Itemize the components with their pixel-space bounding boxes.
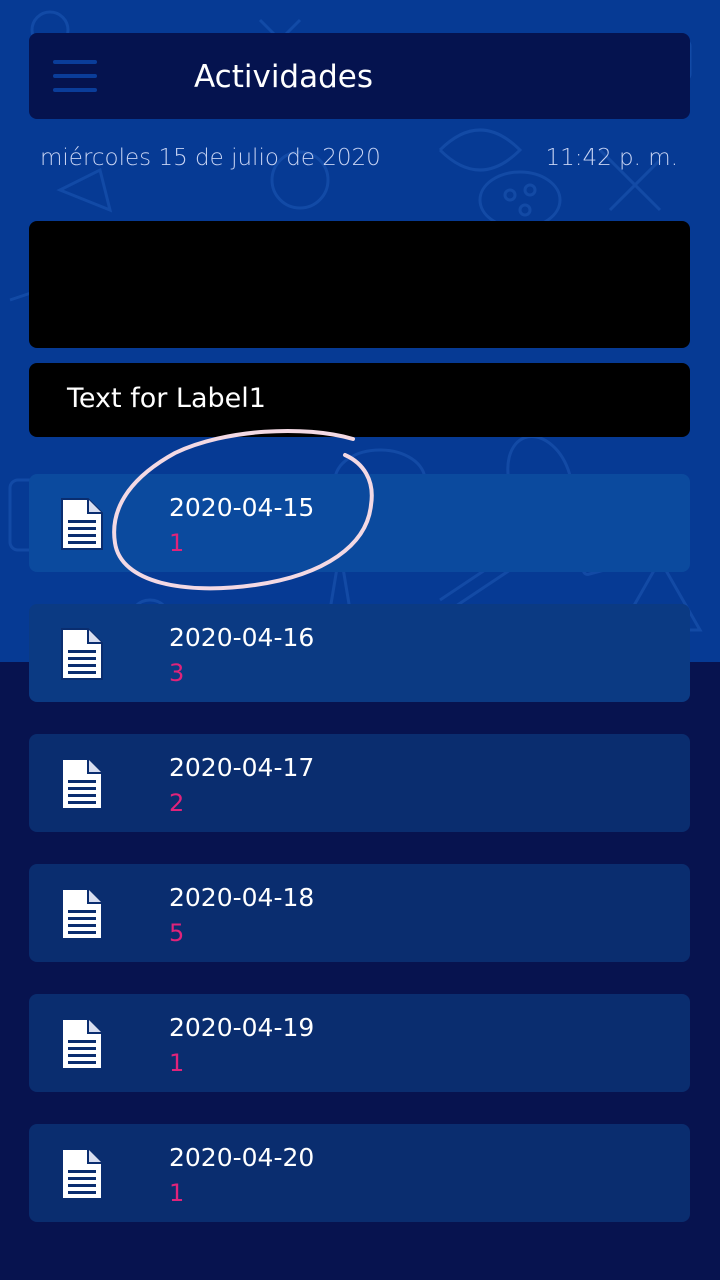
- current-date: miércoles 15 de julio de 2020: [40, 145, 381, 171]
- app-header: Actividades: [29, 33, 690, 119]
- current-time: 11:42 p. m.: [545, 145, 678, 171]
- list-item[interactable]: 2020-04-17 2: [29, 734, 690, 832]
- list-item[interactable]: 2020-04-19 1: [29, 994, 690, 1092]
- list-item[interactable]: 2020-04-20 1: [29, 1124, 690, 1222]
- activity-count: 2: [169, 789, 185, 817]
- banner-placeholder: [29, 221, 690, 348]
- page-title: Actividades: [194, 59, 374, 95]
- activity-date: 2020-04-15: [169, 493, 315, 522]
- label-panel: Text for Label1: [29, 363, 690, 437]
- activity-date: 2020-04-20: [169, 1143, 315, 1172]
- document-icon: [61, 758, 103, 810]
- document-icon: [61, 1018, 103, 1070]
- activity-count: 1: [169, 1049, 185, 1077]
- activity-count: 3: [169, 659, 185, 687]
- activity-date: 2020-04-19: [169, 1013, 315, 1042]
- label1-text: Text for Label1: [67, 383, 266, 414]
- activity-count: 5: [169, 919, 185, 947]
- hamburger-menu-icon[interactable]: [53, 60, 97, 92]
- document-icon: [61, 498, 103, 550]
- activity-count: 1: [169, 1179, 185, 1207]
- document-icon: [61, 628, 103, 680]
- list-item[interactable]: 2020-04-16 3: [29, 604, 690, 702]
- list-item[interactable]: 2020-04-18 5: [29, 864, 690, 962]
- list-item[interactable]: 2020-04-15 1: [29, 474, 690, 572]
- activity-date: 2020-04-17: [169, 753, 315, 782]
- activity-count: 1: [169, 529, 185, 557]
- document-icon: [61, 888, 103, 940]
- document-icon: [61, 1148, 103, 1200]
- activity-date: 2020-04-18: [169, 883, 315, 912]
- activity-date: 2020-04-16: [169, 623, 315, 652]
